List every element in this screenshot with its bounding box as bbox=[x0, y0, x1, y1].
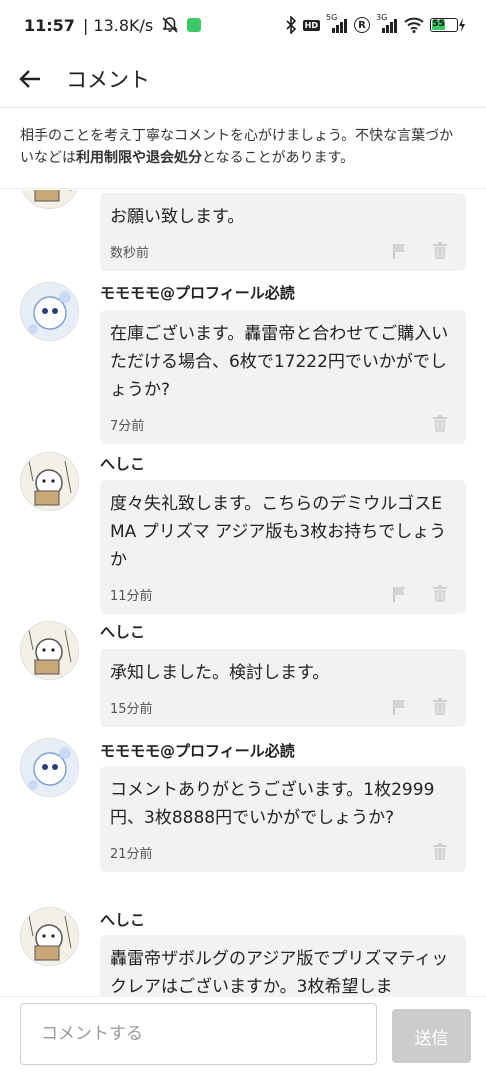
flag-icon[interactable] bbox=[390, 584, 410, 604]
notice-text-2: となることがあります。 bbox=[202, 150, 355, 166]
trash-icon[interactable] bbox=[430, 842, 450, 862]
comment-author[interactable]: モモモモ@プロフィール必読 bbox=[100, 740, 295, 761]
status-right: HD 5G R 3G 55 bbox=[285, 13, 466, 34]
wifi-icon bbox=[404, 17, 424, 33]
back-button[interactable] bbox=[0, 50, 60, 108]
comment-footer: 15分前 bbox=[110, 687, 456, 727]
trash-icon[interactable] bbox=[430, 584, 450, 604]
comment-time: 7分前 bbox=[110, 418, 145, 434]
avatar[interactable] bbox=[20, 738, 79, 797]
comment-text: コメントありがとうございます。1枚2999円、3枚8888円でいかがでしょうか? bbox=[110, 780, 435, 828]
bluetooth-icon bbox=[285, 16, 297, 34]
comment-time: 11分前 bbox=[110, 588, 153, 604]
trash-icon[interactable] bbox=[430, 414, 450, 434]
comment-input-bar: 送信 bbox=[0, 996, 486, 1080]
page-title: コメント bbox=[66, 67, 150, 92]
signal-3g-label: 3G bbox=[376, 13, 388, 22]
comment-bubble: 承知しました。検討します。 15分前 bbox=[100, 649, 466, 727]
comment-footer: 数秒前 bbox=[110, 231, 456, 271]
comment-bubble: 轟雷帝ザボルグのアジア版でプリズマティックレアはございますか。3枚希望しま bbox=[100, 935, 466, 996]
battery-level: 55 bbox=[432, 19, 446, 30]
comment-actions bbox=[390, 697, 456, 717]
avatar[interactable] bbox=[20, 282, 79, 341]
comment-footer: 7分前 bbox=[110, 404, 456, 444]
battery-body: 55 bbox=[430, 18, 458, 32]
send-button[interactable]: 送信 bbox=[392, 1009, 471, 1063]
comment-bubble: コメントありがとうございます。1枚2999円、3枚8888円でいかがでしょうか?… bbox=[100, 766, 466, 872]
comment-input[interactable] bbox=[20, 1003, 377, 1065]
battery-icon: 55 bbox=[430, 18, 466, 32]
status-bar: 11:57 | 13.8K/s HD 5G R 3G 55 bbox=[0, 0, 486, 50]
comment-text: 承知しました。検討します。 bbox=[110, 663, 330, 683]
avatar[interactable] bbox=[20, 907, 79, 966]
comment-actions bbox=[430, 842, 456, 862]
trash-icon[interactable] bbox=[430, 241, 450, 261]
comment-author[interactable]: へしこ bbox=[100, 453, 145, 474]
notice-text-bold: 利用制限や退会処分 bbox=[76, 150, 202, 166]
signal-5g-icon: 5G bbox=[326, 13, 348, 33]
comment-bubble: お願い致します。 数秒前 bbox=[100, 193, 466, 271]
registered-icon: R bbox=[354, 17, 370, 33]
comment-author[interactable]: モモモモ@プロフィール必読 bbox=[100, 282, 295, 303]
comment-text: 在庫ございます。轟雷帝と合わせてご購入いただける場合、6枚で17222円でいかが… bbox=[110, 324, 449, 400]
comment-author[interactable]: へしこ bbox=[100, 621, 145, 642]
signal-5g-label: 5G bbox=[326, 13, 338, 22]
app-notification-icon bbox=[187, 18, 202, 32]
comment-bubble: 度々失礼致します。こちらのデミウルゴスEMA プリズマ アジア版も3枚お持ちでし… bbox=[100, 480, 466, 614]
avatar[interactable] bbox=[20, 452, 79, 511]
comment-list[interactable]: お願い致します。 数秒前 モモモモ@プロフィール必読 在庫ございます。轟雷帝と合… bbox=[0, 190, 486, 996]
comment-text: 轟雷帝ザボルグのアジア版でプリズマティックレアはございますか。3枚希望しま bbox=[110, 949, 449, 996]
comment-actions bbox=[430, 414, 456, 434]
avatar[interactable] bbox=[20, 621, 79, 680]
comment-time: 21分前 bbox=[110, 846, 153, 862]
comment-time: 15分前 bbox=[110, 701, 153, 717]
arrow-left-icon bbox=[19, 69, 40, 88]
comment-actions bbox=[390, 584, 456, 604]
comment-time: 数秒前 bbox=[110, 245, 150, 261]
comment-bubble: 在庫ございます。轟雷帝と合わせてご購入いただける場合、6枚で17222円でいかが… bbox=[100, 310, 466, 444]
comment-footer: 11分前 bbox=[110, 574, 456, 614]
comment-text: 度々失礼致します。こちらのデミウルゴスEMA プリズマ アジア版も3枚お持ちでし… bbox=[110, 494, 447, 570]
comment-author[interactable]: へしこ bbox=[100, 909, 145, 930]
comment-footer: 21分前 bbox=[110, 832, 456, 872]
registered-label: R bbox=[358, 19, 366, 31]
clock: 11:57 bbox=[24, 15, 75, 35]
signal-3g-icon: 3G bbox=[376, 13, 398, 33]
network-speed: | 13.8K/s bbox=[82, 15, 154, 35]
status-left: 11:57 | 13.8K/s bbox=[24, 15, 202, 35]
comment-guideline-notice: 相手のことを考え丁寧なコメントを心がけましょう。不快な言葉づかいなどは利用制限や… bbox=[0, 109, 486, 189]
avatar[interactable] bbox=[20, 190, 79, 209]
hd-badge: HD bbox=[302, 19, 320, 31]
comment-text: お願い致します。 bbox=[110, 207, 245, 227]
trash-icon[interactable] bbox=[430, 697, 450, 717]
mute-bell-icon bbox=[161, 16, 179, 34]
comment-actions bbox=[390, 241, 456, 261]
flag-icon[interactable] bbox=[390, 697, 410, 717]
flag-icon[interactable] bbox=[390, 241, 410, 261]
charging-icon bbox=[459, 18, 465, 32]
app-header: コメント bbox=[0, 50, 486, 108]
